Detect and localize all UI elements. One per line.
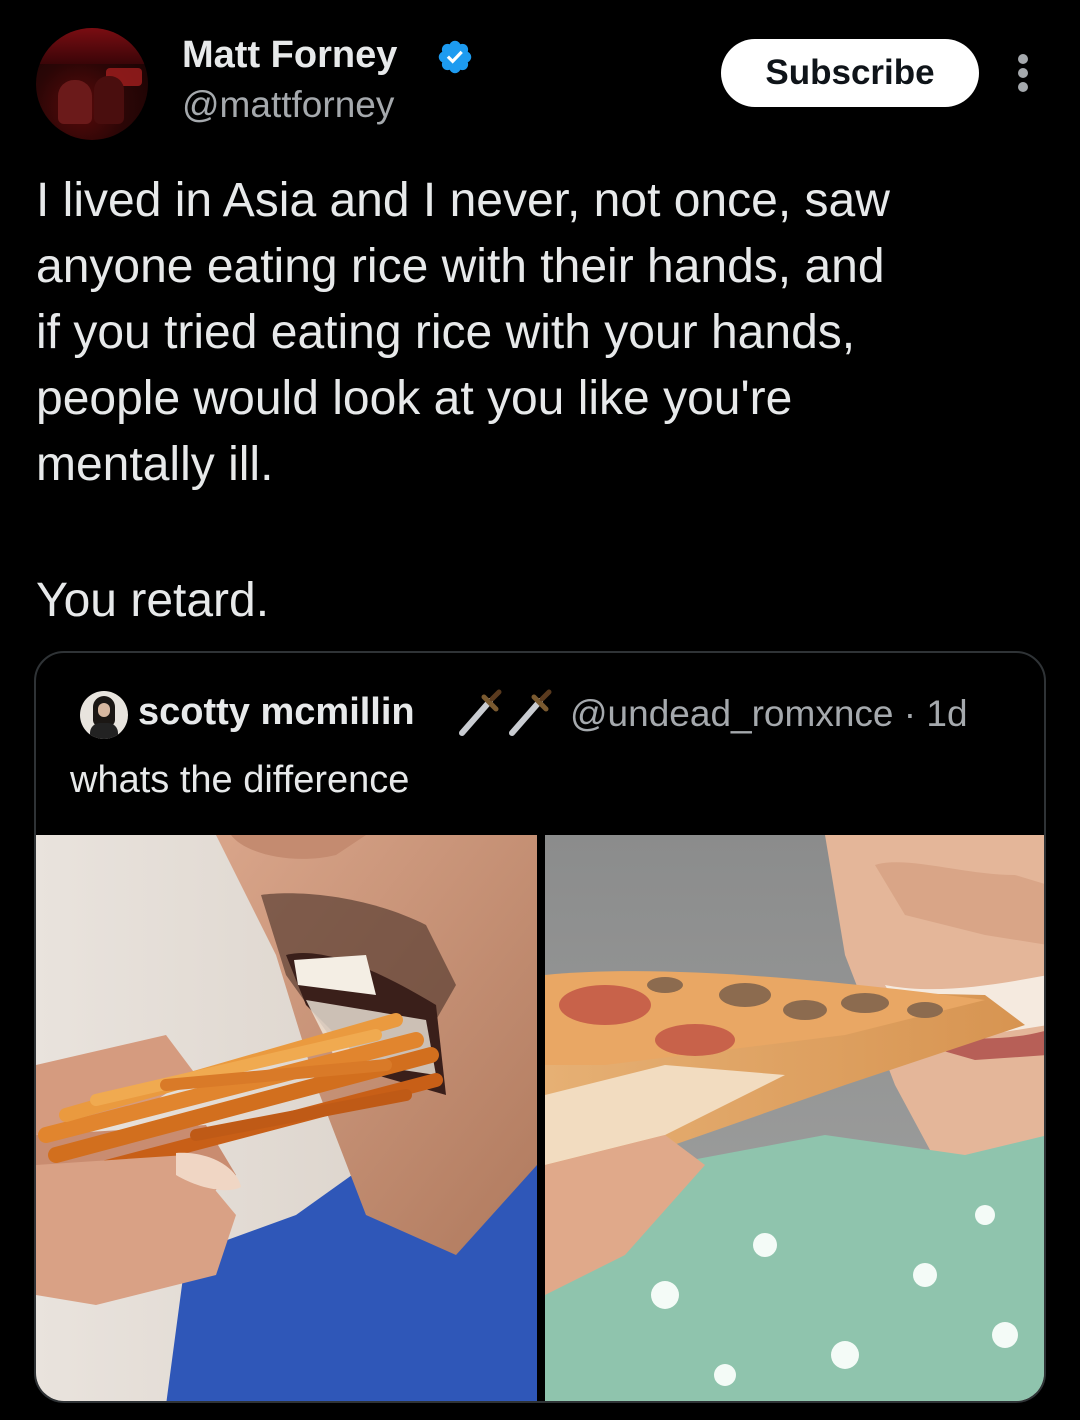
avatar-figure: [94, 76, 124, 124]
tweet-header: Matt Forney @mattforney Subscribe: [0, 0, 1080, 160]
verified-badge-icon: [438, 40, 472, 74]
avatar-body: [90, 723, 118, 739]
author-handle[interactable]: @mattforney: [182, 84, 394, 126]
author-avatar[interactable]: [36, 28, 148, 140]
avatar-background: [36, 28, 148, 64]
dagger-icon: [509, 689, 552, 736]
quoted-tweet-card[interactable]: scotty mcmillin @undead_romxnce · 1d wha…: [34, 651, 1046, 1403]
tweet-text: I lived in Asia and I never, not once, s…: [36, 174, 890, 491]
avatar-figure: [58, 80, 92, 124]
more-dot: [1018, 54, 1028, 64]
quoted-tweet-image-2[interactable]: [545, 835, 1044, 1401]
quoted-author-handle-time[interactable]: @undead_romxnce · 1d: [570, 693, 968, 735]
tweet-text-closing: You retard.: [36, 574, 270, 627]
man-eating-noodles-photo: [36, 835, 537, 1401]
subscribe-button[interactable]: Subscribe: [721, 39, 979, 107]
avatar-face: [98, 703, 110, 717]
more-dot: [1018, 82, 1028, 92]
author-display-name[interactable]: Matt Forney: [182, 34, 397, 77]
quoted-author-avatar[interactable]: [80, 691, 128, 739]
dagger-icon: [459, 689, 502, 736]
quoted-author-display-name[interactable]: scotty mcmillin: [138, 691, 415, 734]
quoted-tweet-image-1[interactable]: [36, 835, 537, 1401]
quoted-tweet-text: whats the difference: [70, 759, 410, 801]
more-options-icon[interactable]: [1008, 52, 1038, 94]
more-dot: [1018, 68, 1028, 78]
woman-eating-pizza-photo: [545, 835, 1044, 1401]
